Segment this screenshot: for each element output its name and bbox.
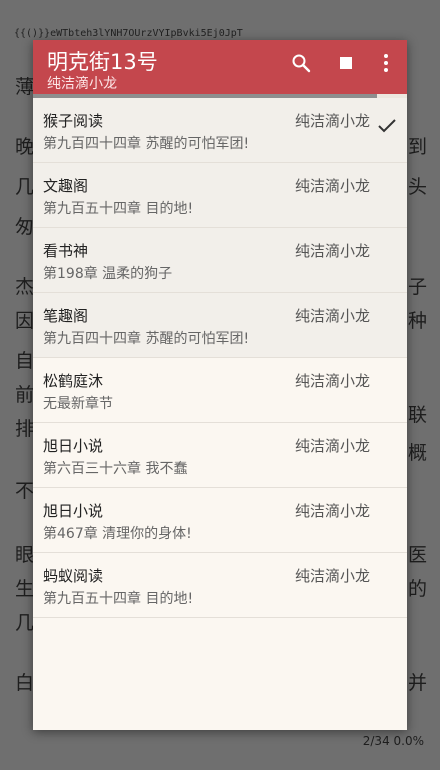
background-char: 头 (408, 176, 428, 198)
background-char: 几 (15, 176, 35, 198)
latest-chapter: 第九百四十四章 苏醒的可怕军团! (43, 331, 250, 347)
source-row[interactable]: 看书神 纯洁滴小龙第198章 温柔的狗子 (33, 228, 407, 293)
background-char: 白 (15, 672, 35, 694)
source-author: 纯洁滴小龙 (295, 242, 371, 260)
source-row[interactable]: 蚂蚁阅读 纯洁滴小龙第九百五十四章 目的地! (33, 553, 407, 618)
source-name: 旭日小说 (43, 502, 104, 520)
source-author: 纯洁滴小龙 (295, 502, 371, 520)
source-name: 看书神 (43, 242, 89, 260)
more-vert-icon[interactable] (373, 50, 399, 76)
background-char: 晚 (15, 136, 35, 158)
background-char: 医 (408, 544, 428, 566)
latest-chapter: 第九百五十四章 目的地! (43, 591, 194, 607)
source-name: 旭日小说 (43, 437, 104, 455)
source-author: 纯洁滴小龙 (295, 567, 371, 585)
latest-chapter: 第198章 温柔的狗子 (43, 266, 173, 282)
background-char: 到 (408, 136, 428, 158)
dialog-toolbar: 明克街13号 纯洁滴小龙 (33, 40, 407, 98)
background-char: 种 (408, 310, 428, 332)
source-name: 笔趣阁 (43, 307, 89, 325)
background-char: 子 (408, 276, 428, 298)
source-name: 猴子阅读 (43, 112, 104, 130)
latest-chapter: 第467章 清理你的身体! (43, 526, 192, 542)
source-row[interactable]: 旭日小说 纯洁滴小龙第467章 清理你的身体! (33, 488, 407, 553)
background-char: 前 (15, 384, 35, 406)
source-author: 纯洁滴小龙 (295, 112, 371, 130)
book-author: 纯洁滴小龙 (47, 76, 117, 92)
background-char: 自 (15, 350, 35, 372)
background-char: 联 (408, 404, 428, 426)
background-char: 薄 (15, 76, 35, 98)
background-char: 不 (15, 480, 35, 502)
search-icon[interactable] (288, 50, 314, 76)
background-char: 排 (15, 418, 35, 440)
background-char: 因 (15, 310, 35, 332)
status-line: {{()}}eWTbteh3lYNH7OUrzVYIpBvki5Ej0JpT (14, 28, 243, 39)
source-name: 蚂蚁阅读 (43, 567, 104, 585)
source-author: 纯洁滴小龙 (295, 437, 371, 455)
source-list: 猴子阅读 纯洁滴小龙 第九百四十四章 苏醒的可怕军团! 文趣阁 纯洁滴小龙 第九百五十四章… (33, 98, 407, 618)
source-name: 文趣阁 (43, 177, 89, 195)
source-row[interactable]: 旭日小说 纯洁滴小龙第六百三十六章 我不蠢 (33, 423, 407, 488)
background-char: 并 (408, 672, 428, 694)
latest-chapter: 第九百五十四章 目的地! (43, 201, 194, 217)
background-char: 匆 (15, 216, 35, 238)
source-row[interactable]: 松鹤庭沐 纯洁滴小龙无最新章节 (33, 358, 407, 423)
latest-chapter: 第六百三十六章 我不蠢 (43, 461, 188, 477)
source-name: 松鹤庭沐 (43, 372, 104, 390)
background-char: 的 (408, 578, 428, 600)
background-char: 概 (408, 442, 428, 464)
source-row[interactable]: 笔趣阁 纯洁滴小龙第九百四十四章 苏醒的可怕军团! (33, 293, 407, 358)
source-row[interactable]: 文趣阁 纯洁滴小龙第九百五十四章 目的地! (33, 163, 407, 228)
background-char: 杰 (15, 276, 35, 298)
stop-icon[interactable] (333, 50, 359, 76)
page-progress: 2/34 0.0% (362, 734, 424, 748)
source-row[interactable]: 猴子阅读 纯洁滴小龙第九百四十四章 苏醒的可怕军团! (33, 98, 407, 163)
check-icon (377, 118, 397, 138)
source-author: 纯洁滴小龙 (295, 307, 371, 325)
latest-chapter: 第九百四十四章 苏醒的可怕军团! (43, 136, 250, 152)
change-source-dialog: 明克街13号 纯洁滴小龙 猴子阅读 纯洁滴小龙 第九百四十四章 苏醒的可怕军团! 文趣… (33, 40, 407, 730)
background-char: 生 (15, 578, 35, 600)
book-title: 明克街13号 (47, 50, 158, 74)
latest-chapter: 无最新章节 (43, 396, 113, 412)
source-author: 纯洁滴小龙 (295, 177, 371, 195)
background-char: 几 (15, 612, 35, 634)
source-author: 纯洁滴小龙 (295, 372, 371, 390)
background-char: 眼 (15, 544, 35, 566)
